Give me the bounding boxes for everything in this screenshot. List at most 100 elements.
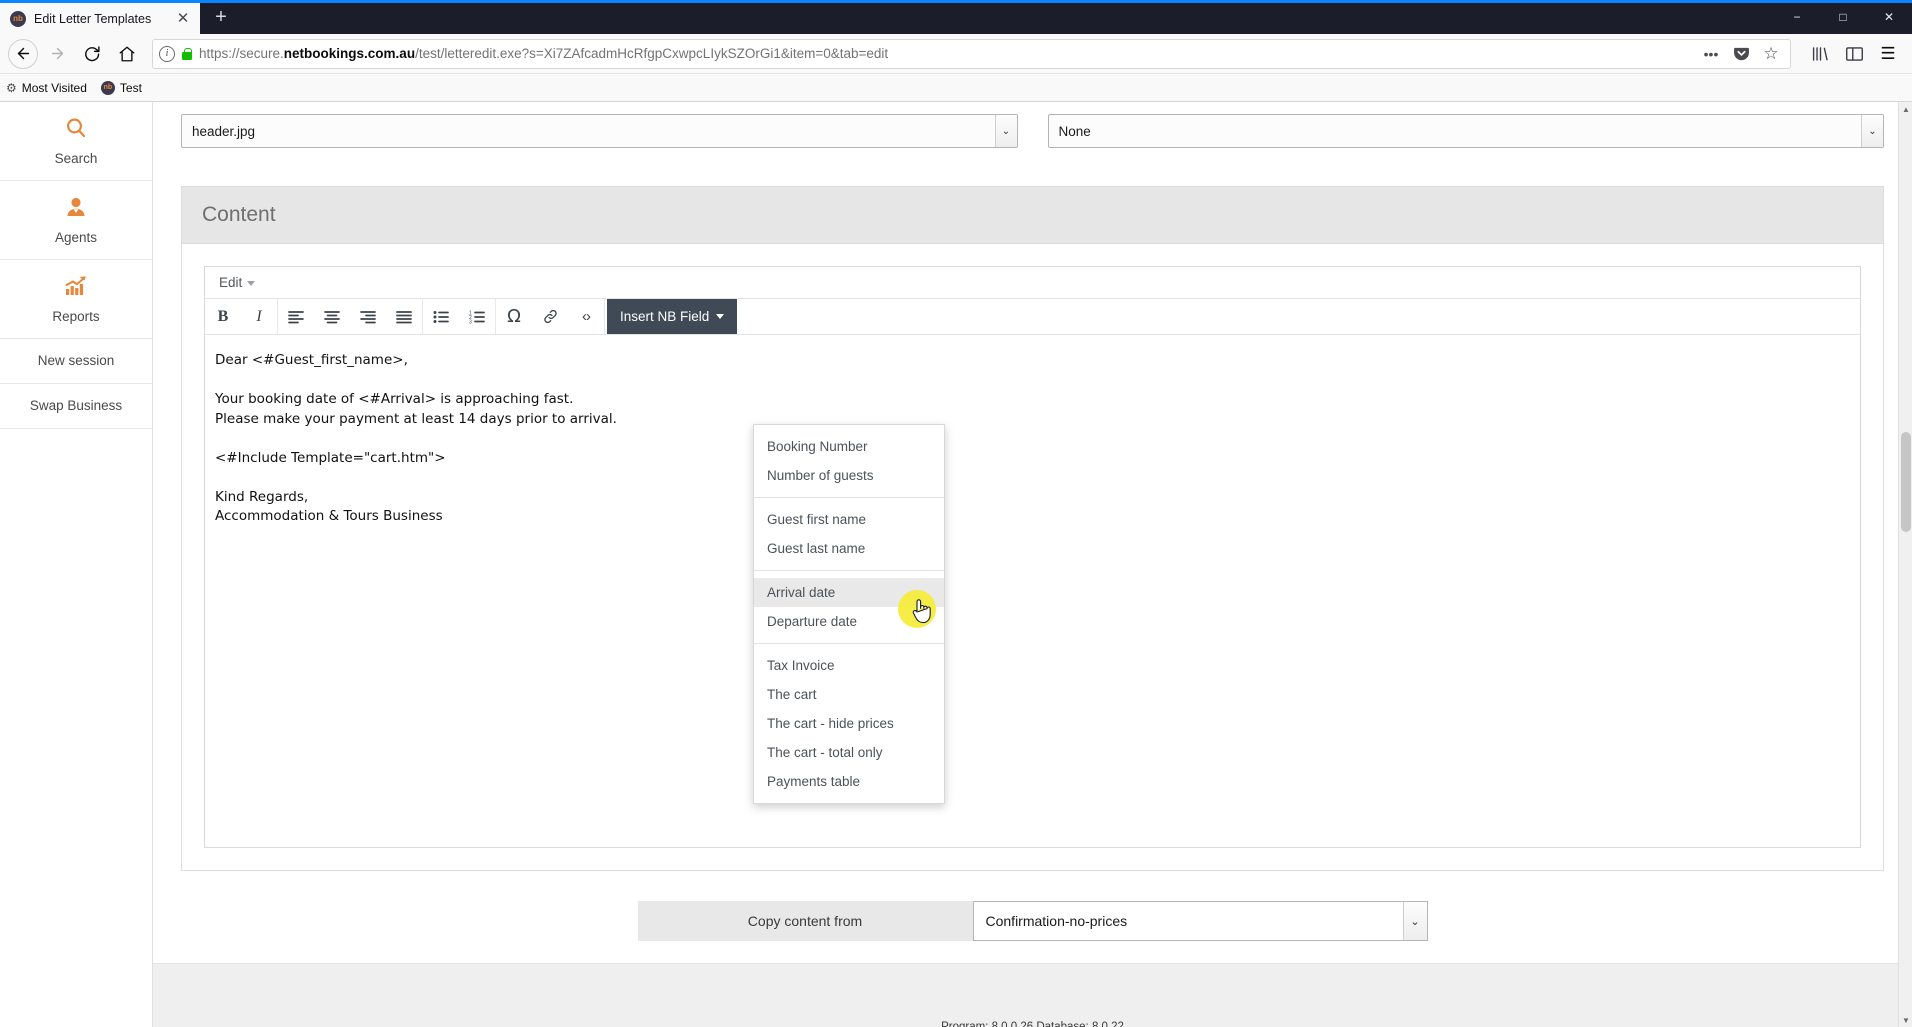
link-icon[interactable] xyxy=(532,299,568,334)
agent-icon xyxy=(4,195,148,223)
sidebar-item-label: Search xyxy=(54,151,98,166)
copy-content-value: Confirmation-no-prices xyxy=(985,913,1128,929)
menu-item-guest-last-name[interactable]: Guest last name xyxy=(754,534,944,563)
copy-content-select[interactable]: Confirmation-no-prices ⌄ xyxy=(972,901,1428,941)
pocket-icon[interactable] xyxy=(1728,41,1754,67)
bullet-list-icon[interactable] xyxy=(423,299,459,334)
menu-item-guest-first-name[interactable]: Guest first name xyxy=(754,505,944,534)
gear-icon: ⚙ xyxy=(6,80,17,95)
url-actions: ••• ☆ xyxy=(1698,41,1784,67)
close-icon[interactable]: ✕ xyxy=(174,10,192,28)
bookmark-test[interactable]: nb Test xyxy=(100,80,142,95)
toolbar-group-format: B I xyxy=(205,299,278,334)
page-viewport: Search Agents Reports New session Swap B… xyxy=(0,102,1912,1027)
tab-strip: nb Edit Letter Templates ✕ + − □ ✕ xyxy=(0,0,1912,34)
address-bar[interactable]: i https://secure.netbookings.com.au/test… xyxy=(152,38,1791,69)
page-scrollbar[interactable]: ▲ ▼ xyxy=(1898,102,1912,1027)
chevron-down-icon: ⌄ xyxy=(994,115,1017,147)
menu-item-departure-date[interactable]: Departure date xyxy=(754,607,944,636)
editor-edit-menu[interactable]: Edit xyxy=(219,275,242,290)
browser-window: nb Edit Letter Templates ✕ + − □ ✕ i htt… xyxy=(0,0,1912,1027)
chevron-down-icon: ⌄ xyxy=(1402,902,1427,940)
bookmark-most-visited[interactable]: ⚙ Most Visited xyxy=(6,81,87,95)
search-icon xyxy=(4,116,148,144)
bookmark-star-icon[interactable]: ☆ xyxy=(1758,41,1784,67)
back-icon[interactable] xyxy=(8,38,38,69)
editor-body[interactable]: Dear <#Guest_first_name>, Your booking d… xyxy=(205,335,1860,847)
sidebar-item-swap-business[interactable]: Swap Business xyxy=(0,384,152,429)
menu-item-the-cart-hide-prices[interactable]: The cart - hide prices xyxy=(754,709,944,738)
italic-button[interactable]: I xyxy=(241,299,277,334)
bold-button[interactable]: B xyxy=(205,299,241,334)
page-body: header.jpg ⌄ None ⌄ Content Edit B I 1 2… xyxy=(153,102,1912,1027)
align-justify-icon[interactable] xyxy=(386,299,422,334)
bookmarks-bar: ⚙ Most Visited nb Test xyxy=(0,74,1912,102)
toolbar-group-lists: 123 xyxy=(423,299,496,334)
copy-content-row: Copy content from Confirmation-no-prices… xyxy=(181,901,1884,941)
editor-menubar: Edit xyxy=(205,267,1860,299)
content-card-title: Content xyxy=(182,187,1883,244)
forward-icon[interactable] xyxy=(41,38,73,70)
menu-item-tax-invoice[interactable]: Tax Invoice xyxy=(754,651,944,680)
browser-tab[interactable]: nb Edit Letter Templates ✕ xyxy=(0,1,200,34)
menu-separator xyxy=(754,497,944,498)
content-card-body: Edit B I 1 2 3 Ω ‹› Insert NB Field Dear… xyxy=(182,244,1883,870)
numbered-list-icon[interactable]: 123 xyxy=(459,299,495,334)
special-character-icon[interactable]: Ω xyxy=(496,299,532,334)
new-tab-button[interactable]: + xyxy=(204,3,238,31)
sidebar-item-search[interactable]: Search xyxy=(0,102,152,181)
sidebar-icon[interactable] xyxy=(1838,38,1870,70)
toolbar-group-insert: Ω ‹› xyxy=(496,299,605,334)
tab-favicon: nb xyxy=(10,10,26,27)
chevron-down-icon xyxy=(716,314,725,319)
home-icon[interactable] xyxy=(111,38,143,70)
sidebar-item-agents[interactable]: Agents xyxy=(0,181,152,260)
menu-separator xyxy=(754,570,944,571)
scroll-up-icon[interactable]: ▲ xyxy=(1899,102,1912,116)
sidebar-item-label: Agents xyxy=(54,230,98,245)
sidebar-item-label: Reports xyxy=(52,309,100,324)
version-text: Program: 8.0.0.26 Database: 8.0.22 xyxy=(941,1021,1124,1027)
sidebar-item-label: Swap Business xyxy=(29,398,123,413)
menu-item-payments-table[interactable]: Payments table xyxy=(754,767,944,796)
main-content: header.jpg ⌄ None ⌄ Content Edit B I 1 2… xyxy=(153,102,1912,1027)
window-close-icon[interactable]: ✕ xyxy=(1866,0,1912,34)
source-code-icon[interactable]: ‹› xyxy=(568,299,604,334)
site-info-icon[interactable]: i xyxy=(159,45,175,62)
library-icon[interactable] xyxy=(1804,38,1836,70)
menu-item-the-cart[interactable]: The cart xyxy=(754,680,944,709)
insert-nb-field-menu: Booking Number Number of guests Guest fi… xyxy=(753,424,945,804)
reload-icon[interactable] xyxy=(76,38,108,70)
bookmark-label: Test xyxy=(119,80,142,95)
svg-text:3: 3 xyxy=(469,319,472,324)
menu-item-booking-number[interactable]: Booking Number xyxy=(754,432,944,461)
header-image-select[interactable]: header.jpg ⌄ xyxy=(181,114,1018,148)
page-actions-icon[interactable]: ••• xyxy=(1698,41,1724,67)
align-right-icon[interactable] xyxy=(350,299,386,334)
nb-favicon: nb xyxy=(100,80,115,95)
minimize-icon[interactable]: − xyxy=(1774,0,1820,34)
bookmark-label: Most Visited xyxy=(21,80,87,95)
toolbar-group-align xyxy=(278,299,423,334)
menu-item-the-cart-total-only[interactable]: The cart - total only xyxy=(754,738,944,767)
maximize-icon[interactable]: □ xyxy=(1820,0,1866,34)
rich-text-editor: Edit B I 1 2 3 Ω ‹› Insert NB Field Dear… xyxy=(204,266,1861,848)
footer-image-select[interactable]: None ⌄ xyxy=(1047,114,1884,148)
sidebar-item-new-session[interactable]: New session xyxy=(0,339,152,384)
tab-title: Edit Letter Templates xyxy=(34,11,152,26)
insert-nb-field-button[interactable]: Insert NB Field xyxy=(607,299,738,334)
menu-icon[interactable]: ☰ xyxy=(1872,38,1904,70)
app-sidebar: Search Agents Reports New session Swap B… xyxy=(0,102,153,1027)
menu-item-arrival-date[interactable]: Arrival date xyxy=(754,578,944,607)
toolbar-right-icons: ☰ xyxy=(1800,38,1904,70)
scroll-down-icon[interactable]: ▼ xyxy=(1899,1013,1912,1027)
chevron-down-icon: ⌄ xyxy=(1861,115,1883,147)
menu-item-number-of-guests[interactable]: Number of guests xyxy=(754,461,944,490)
lock-icon xyxy=(181,47,193,61)
scrollbar-thumb[interactable] xyxy=(1901,432,1911,532)
chevron-down-icon xyxy=(247,281,256,286)
align-center-icon[interactable] xyxy=(314,299,350,334)
align-left-icon[interactable] xyxy=(278,299,314,334)
sidebar-item-reports[interactable]: Reports xyxy=(0,260,152,339)
header-image-value: header.jpg xyxy=(192,123,256,139)
